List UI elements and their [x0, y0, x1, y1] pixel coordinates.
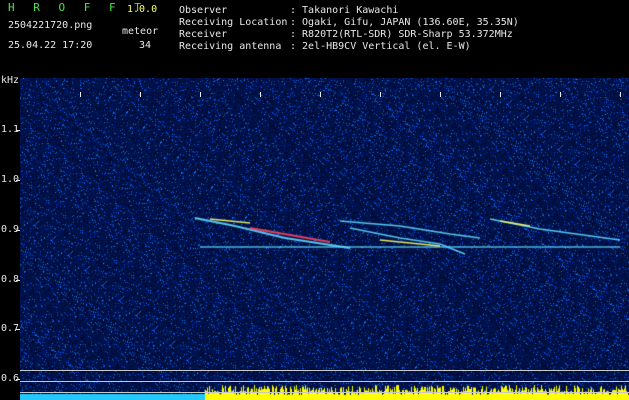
filename-label: 2504221720.png: [8, 20, 93, 31]
y-tick-mark: [16, 379, 20, 380]
x-tick-mark: [500, 92, 501, 97]
antenna-label: Receiving antenna: [179, 41, 282, 52]
reference-line: [20, 392, 629, 393]
x-tick-mark: [140, 92, 141, 97]
y-tick-mark: [16, 130, 20, 131]
observer-label: Observer: [179, 5, 228, 16]
x-tick-mark: [440, 92, 441, 97]
datetime-label: 25.04.22 17:20: [8, 40, 93, 51]
receiver-value: : R820T2(RTL-SDR) SDR-Sharp 53.372MHz: [290, 29, 513, 40]
meteor-count: 34: [139, 40, 152, 51]
meteor-label: meteor: [122, 26, 159, 37]
y-tick-mark: [16, 329, 20, 330]
version-label: 1.0.0: [127, 4, 158, 15]
y-tick-mark: [16, 280, 20, 281]
hrofft-window: H R O F F T 1.0.0 2504221720.png meteor …: [0, 0, 629, 400]
reference-line: [20, 370, 629, 371]
x-tick-mark: [560, 92, 561, 97]
antenna-value: : 2el-HB9CV Vertical (el. E-W): [290, 41, 471, 52]
location-value: : Ogaki, Gifu, JAPAN (136.60E, 35.35N): [290, 17, 519, 28]
x-tick-mark: [380, 92, 381, 97]
reference-line: [20, 381, 629, 382]
y-tick-mark: [16, 180, 20, 181]
axis-unit-label: kHz: [1, 75, 20, 86]
y-tick-mark: [16, 230, 20, 231]
spectrogram: [20, 78, 629, 400]
x-tick-mark: [320, 92, 321, 97]
location-label: Receiving Location: [179, 17, 288, 28]
x-tick-mark: [620, 92, 621, 97]
x-tick-mark: [200, 92, 201, 97]
x-tick-mark: [260, 92, 261, 97]
receiver-label: Receiver: [179, 29, 228, 40]
observer-value: : Takanori Kawachi: [290, 5, 399, 16]
x-tick-mark: [80, 92, 81, 97]
